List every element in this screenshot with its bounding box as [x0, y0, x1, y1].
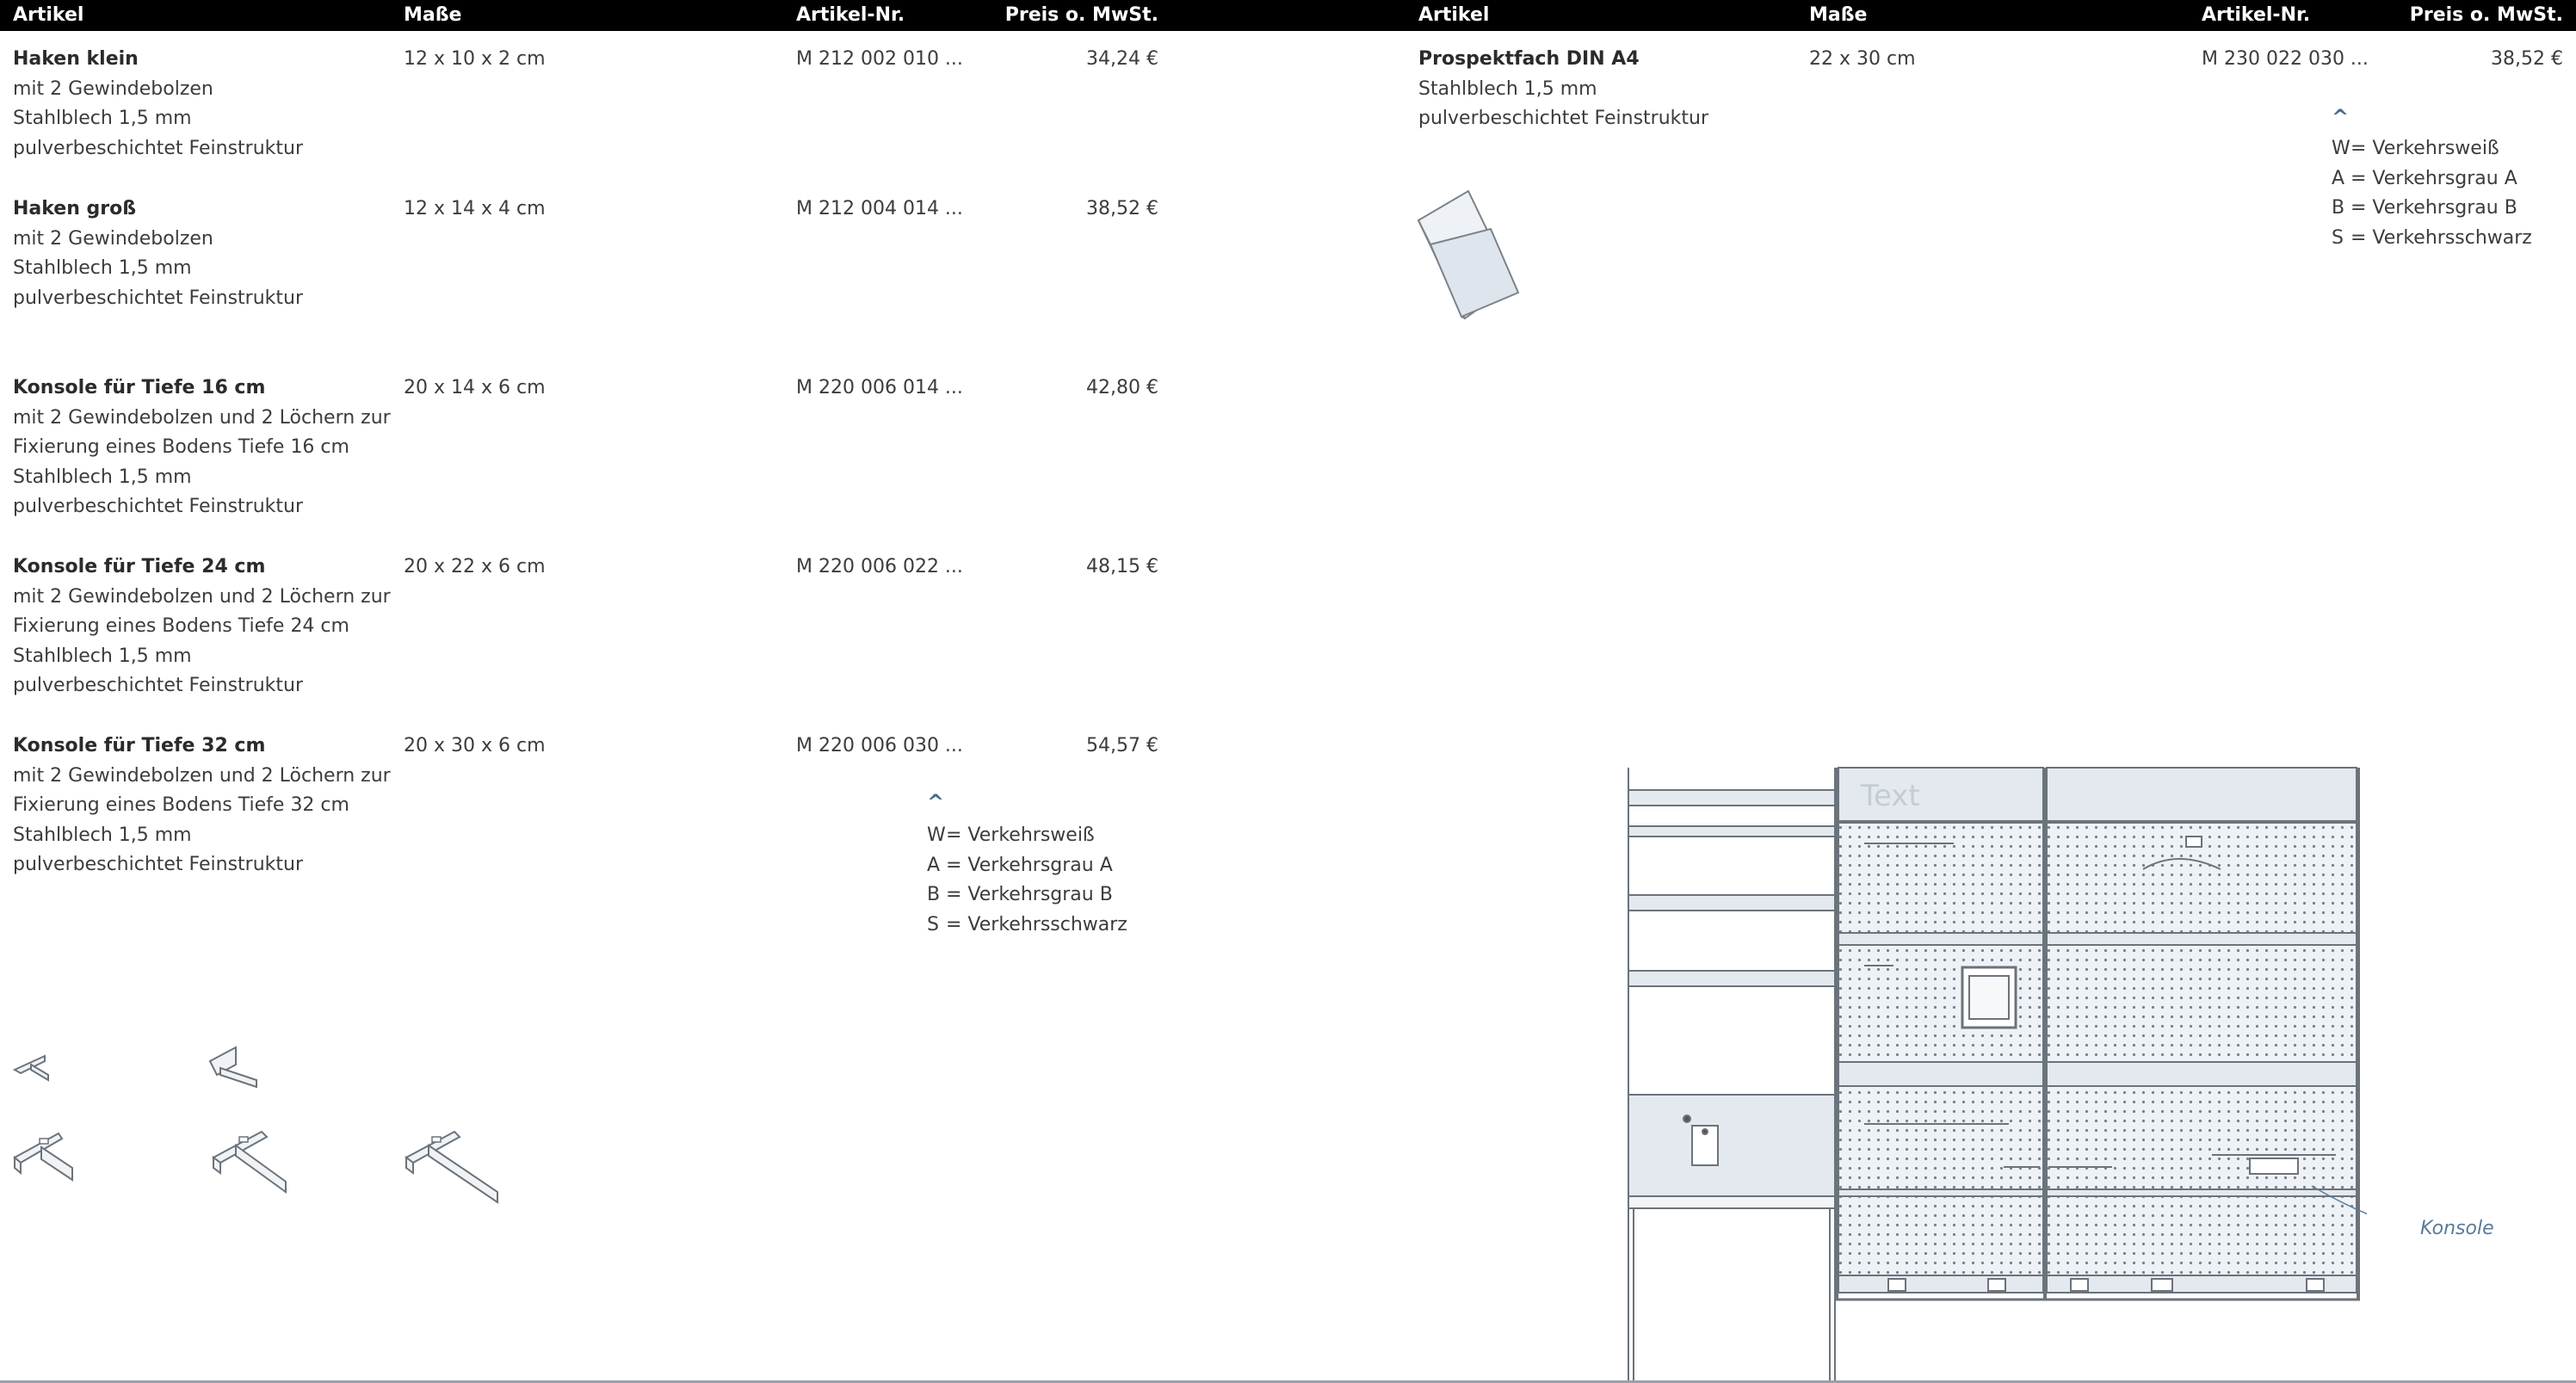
legend-key: B	[927, 884, 941, 905]
table-header: Artikel Maße Artikel-Nr. Preis o. MwSt. …	[0, 0, 2576, 31]
product-desc-line: Stahlblech 1,5 mm	[13, 108, 192, 129]
legend-caret: ^	[927, 790, 945, 814]
product-artnr: M 212 004 014 ...	[796, 198, 963, 219]
product-desc-line: Fixierung eines Bodens Tiefe 16 cm	[13, 436, 349, 458]
legend-key: A	[927, 854, 941, 876]
konsole-callout: Konsole	[2420, 1218, 2494, 1239]
product-entry: Konsole für Tiefe 16 cm mit 2 Gewindebol…	[13, 374, 391, 522]
product-price: 48,15 €	[1086, 556, 1158, 577]
product-dims: 20 x 22 x 6 cm	[404, 556, 546, 577]
col-artnr-left: Artikel-Nr.	[796, 4, 905, 26]
legend-key: W	[2332, 138, 2351, 159]
col-preis-right: Preis o. MwSt.	[2409, 4, 2563, 26]
product-desc-line: Fixierung eines Bodens Tiefe 24 cm	[13, 615, 349, 637]
legend-text: = Verkehrsweiß	[946, 824, 1095, 846]
product-name: Konsole für Tiefe 24 cm	[13, 556, 266, 577]
product-desc-line: Stahlblech 1,5 mm	[13, 466, 192, 488]
product-desc-line: pulverbeschichtet Feinstruktur	[13, 675, 304, 696]
product-desc-line: mit 2 Gewindebolzen und 2 Löchern zur	[13, 406, 391, 429]
product-name: Haken groß	[13, 198, 137, 219]
product-artnr: M 230 022 030 ...	[2202, 48, 2369, 70]
product-artnr: M 212 002 010 ...	[796, 48, 963, 70]
col-artikel-left: Artikel	[13, 4, 84, 26]
col-preis-left: Preis o. MwSt.	[1004, 4, 1158, 26]
product-desc-line: pulverbeschichtet Feinstruktur	[1418, 108, 1709, 129]
col-masse-left: Maße	[404, 4, 462, 26]
legend-text: = Verkehrsgrau A	[2351, 167, 2517, 189]
product-desc-line: pulverbeschichtet Feinstruktur	[13, 287, 304, 309]
product-artnr: M 220 006 030 ...	[796, 735, 963, 756]
product-name: Haken klein	[13, 48, 139, 70]
col-artnr-right: Artikel-Nr.	[2202, 4, 2311, 26]
product-dims: 20 x 14 x 6 cm	[404, 377, 546, 398]
product-name: Konsole für Tiefe 16 cm	[13, 377, 266, 398]
product-desc-line: mit 2 Gewindebolzen und 2 Löchern zur	[13, 764, 391, 787]
product-desc-line: pulverbeschichtet Feinstruktur	[13, 137, 304, 159]
product-desc-line: mit 2 Gewindebolzen und 2 Löchern zur	[13, 585, 391, 608]
legend-text: = Verkehrsweiß	[2351, 138, 2499, 159]
product-entry: Konsole für Tiefe 24 cm mit 2 Gewindebol…	[13, 553, 391, 701]
product-desc-line: Stahlblech 1,5 mm	[13, 645, 192, 667]
product-price: 54,57 €	[1086, 735, 1158, 756]
product-entry: Haken groß mit 2 Gewindebolzen Stahlblec…	[13, 194, 303, 313]
product-price: 42,80 €	[1086, 377, 1158, 398]
product-desc-line: mit 2 Gewindebolzen	[13, 77, 213, 100]
product-desc-line: Stahlblech 1,5 mm	[1418, 77, 1597, 100]
legend-text: = Verkehrsgrau A	[946, 854, 1113, 876]
shelf-wall-illustration: Text	[1628, 767, 2367, 1381]
product-desc-line: mit 2 Gewindebolzen	[13, 227, 213, 250]
hook-console-illustrations	[12, 1046, 498, 1204]
product-entry: Prospektfach DIN A4 Stahlblech 1,5 mm pu…	[1418, 45, 1708, 134]
legend-key: B	[2332, 197, 2345, 219]
product-entry: Haken klein mit 2 Gewindebolzen Stahlble…	[13, 45, 303, 164]
product-desc-line: Stahlblech 1,5 mm	[13, 824, 192, 846]
product-desc-line: pulverbeschichtet Feinstruktur	[13, 854, 304, 875]
product-artnr: M 220 006 022 ...	[796, 556, 963, 577]
product-dims: 12 x 10 x 2 cm	[404, 48, 546, 70]
product-desc-line: Fixierung eines Bodens Tiefe 32 cm	[13, 794, 349, 816]
legend-key: A	[2332, 167, 2345, 189]
product-dims: 12 x 14 x 4 cm	[404, 198, 546, 219]
col-masse-right: Maße	[1809, 4, 1868, 26]
legend-text: = Verkehrsschwarz	[2351, 226, 2532, 249]
legend-text: = Verkehrsgrau B	[2351, 197, 2517, 219]
legend-text: = Verkehrsschwarz	[946, 913, 1127, 935]
panel-text: Text	[1860, 779, 1920, 813]
product-desc-line: pulverbeschichtet Feinstruktur	[13, 496, 304, 517]
product-price: 34,24 €	[1086, 48, 1158, 70]
product-desc-line: Stahlblech 1,5 mm	[13, 257, 192, 279]
legend-key: S	[2332, 226, 2344, 249]
product-dims: 22 x 30 cm	[1809, 48, 1916, 70]
legend-text: = Verkehrsgrau B	[946, 884, 1113, 905]
brochure-holder-illustration	[1417, 189, 1520, 320]
product-artnr: M 220 006 014 ...	[796, 377, 963, 398]
legend-caret: ^	[2332, 105, 2350, 129]
product-entry: Konsole für Tiefe 32 cm mit 2 Gewindebol…	[13, 732, 391, 880]
legend-key: W	[927, 824, 946, 846]
color-legend: W= Verkehrsweiß A = Verkehrsgrau A B = Ver…	[2332, 134, 2532, 253]
product-price: 38,52 €	[2491, 48, 2563, 70]
color-legend: W= Verkehrsweiß A = Verkehrsgrau A B = Ver…	[927, 821, 1127, 940]
product-dims: 20 x 30 x 6 cm	[404, 735, 546, 756]
legend-key: S	[927, 913, 939, 935]
col-artikel-right: Artikel	[1418, 4, 1490, 26]
product-price: 38,52 €	[1086, 198, 1158, 219]
product-name: Konsole für Tiefe 32 cm	[13, 735, 266, 756]
product-name: Prospektfach DIN A4	[1418, 48, 1640, 70]
